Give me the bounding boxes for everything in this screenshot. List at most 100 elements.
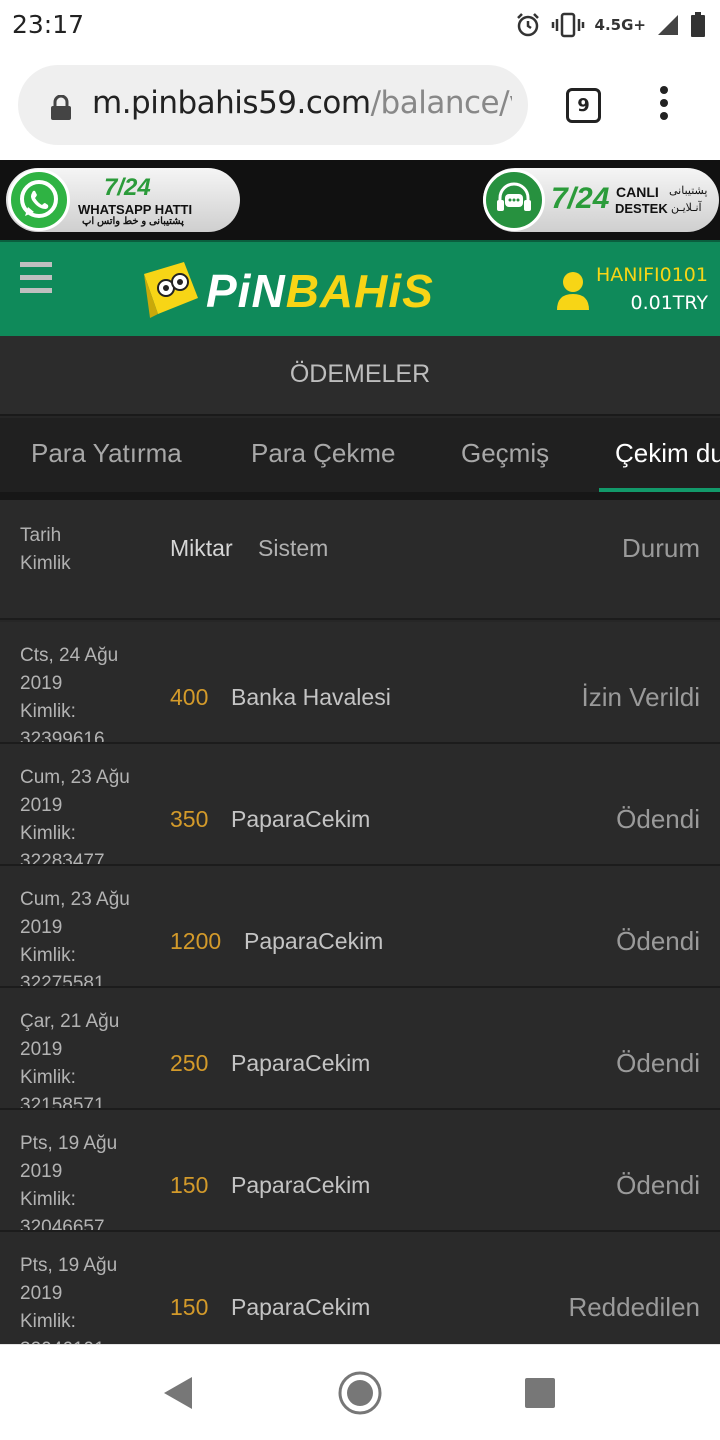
header-system: Sistem [258, 535, 329, 561]
row-system: PaparaCekim [231, 806, 371, 832]
tab-history[interactable]: Geçmiş [461, 438, 549, 469]
row-system: PaparaCekim [231, 1294, 371, 1320]
site-header: PiNBAHiS HANIFI0101 0.01TRY [0, 240, 720, 336]
whatsapp-subtitle: پشتیبانی و خط واتس اپ [82, 216, 184, 227]
home-icon[interactable] [337, 1370, 383, 1416]
support-247: 7/24 [551, 182, 610, 215]
table-row[interactable]: Cum, 23 Ağu 2019 Kimlik: 32275581 1200 P… [0, 866, 720, 988]
recents-icon[interactable] [524, 1377, 556, 1409]
support-line3: پشتیبانی [669, 185, 708, 197]
url-path: /balance/v [370, 85, 512, 121]
header-date-label: Tarih Kimlik [20, 522, 71, 578]
network-type: 4.5G+ [594, 16, 646, 34]
row-id-label: Kimlik: [20, 1311, 76, 1332]
more-menu-button[interactable] [652, 86, 676, 126]
logo-text-bahis: BAHiS [285, 265, 434, 317]
row-date: Cts, 24 Ağu 2019 [20, 645, 119, 694]
row-amount: 250 [170, 1050, 209, 1076]
status-icons: 4.5G+ [515, 8, 706, 42]
whatsapp-247: 7/24 [104, 174, 151, 201]
row-date-block: Pts, 19 Ağu 2019 Kimlik: 32046657 [20, 1130, 150, 1230]
row-id-label: Kimlik: [20, 1189, 76, 1210]
battery-icon [691, 12, 705, 37]
support-line1: CANLI [616, 184, 659, 200]
url-host: m.pinbahis59.com [92, 85, 371, 121]
row-status: İzin Verildi [581, 682, 701, 712]
username[interactable]: HANIFI0101 [596, 264, 708, 286]
table-header: Tarih Kimlik Miktar Sistem Durum [0, 500, 720, 620]
lock-icon [51, 95, 71, 120]
table-row[interactable]: Cum, 23 Ağu 2019 Kimlik: 32283477 350 Pa… [0, 744, 720, 866]
row-id: 32283477 [20, 851, 105, 864]
row-system: PaparaCekim [231, 1172, 371, 1198]
tab-switcher-button[interactable]: 9 [566, 88, 601, 123]
tab-deposit[interactable]: Para Yatırma [31, 438, 182, 469]
row-id: 32399616 [20, 729, 105, 742]
table-row[interactable]: Çar, 21 Ağu 2019 Kimlik: 32158571 250 Pa… [0, 988, 720, 1110]
table-row[interactable]: Pts, 19 Ağu 2019 Kimlik: 32046657 150 Pa… [0, 1110, 720, 1232]
row-status: Reddedilen [568, 1292, 700, 1322]
row-date-block: Çar, 21 Ağu 2019 Kimlik: 32158571 [20, 1008, 150, 1108]
row-status: Ödendi [616, 926, 700, 956]
whatsapp-icon [8, 169, 70, 231]
support-line2: DESTEK [615, 201, 668, 216]
row-date-block: Pts, 19 Ağu 2019 Kimlik: 32046101 [20, 1252, 150, 1344]
hamburger-menu-icon[interactable] [20, 262, 52, 301]
row-date-block: Cts, 24 Ağu 2019 Kimlik: 32399616 [20, 642, 150, 742]
status-time: 23:17 [12, 10, 85, 39]
row-id-label: Kimlik: [20, 1067, 76, 1088]
support-line4: آنـلایـن [671, 202, 702, 214]
row-id-label: Kimlik: [20, 701, 76, 722]
row-system: PaparaCekim [231, 1050, 371, 1076]
logo-text: PiNBAHiS [206, 264, 434, 318]
row-id-label: Kimlik: [20, 945, 76, 966]
row-date: Pts, 19 Ağu 2019 [20, 1255, 118, 1304]
row-amount: 1200 [170, 928, 222, 954]
live-support-banner[interactable]: 7/24 CANLI DESTEK پشتیبانی آنـلایـن [483, 168, 719, 232]
row-id: 32275581 [20, 973, 105, 986]
payment-tabs: Para Yatırma Para Çekme Geçmiş Çekim du [0, 418, 720, 492]
address-bar[interactable]: m.pinbahis59.com/balance/v [18, 65, 528, 145]
page-title: ÖDEMELER [289, 360, 431, 388]
tab-withdrawal-status[interactable]: Çekim du [615, 438, 720, 469]
tab-withdraw[interactable]: Para Çekme [251, 438, 396, 469]
logo-text-pin: PiN [206, 265, 286, 317]
row-amount: 150 [170, 1294, 209, 1320]
app-screen: 23:17 4.5G+ m.pinbahis59.com/balance/v 9… [0, 0, 720, 1440]
row-date-block: Cum, 23 Ağu 2019 Kimlik: 32283477 [20, 764, 150, 864]
header-date: Tarih [20, 525, 62, 546]
back-icon[interactable] [158, 1373, 198, 1413]
url-text: m.pinbahis59.com/balance/v [92, 85, 512, 121]
row-amount: 400 [170, 684, 209, 710]
alarm-icon [516, 13, 539, 37]
row-date: Cum, 23 Ağu 2019 [20, 889, 130, 938]
table-row[interactable]: Cts, 24 Ağu 2019 Kimlik: 32399616 400 Ba… [0, 622, 720, 744]
headset-icon [483, 169, 545, 231]
header-status: Durum [621, 533, 700, 563]
row-date: Çar, 21 Ağu 2019 [20, 1011, 120, 1060]
vibrate-icon [551, 12, 584, 38]
user-icon[interactable] [555, 270, 591, 312]
row-status: Ödendi [616, 1048, 700, 1078]
withdrawal-list: Cts, 24 Ağu 2019 Kimlik: 32399616 400 Ba… [0, 622, 720, 1344]
signal-icon [658, 15, 678, 35]
account-balance: 0.01TRY [630, 292, 708, 314]
status-bar: 23:17 4.5G+ [0, 0, 720, 50]
row-system: Banka Havalesi [231, 684, 391, 710]
row-amount: 350 [170, 806, 209, 832]
whatsapp-banner[interactable]: 7/24 WHATSAPP HATTI پشتیبانی و خط واتس ا… [6, 168, 240, 232]
row-date-block: Cum, 23 Ağu 2019 Kimlik: 32275581 [20, 886, 150, 986]
promo-banner: 7/24 WHATSAPP HATTI پشتیبانی و خط واتس ا… [0, 160, 720, 240]
table-row[interactable]: Pts, 19 Ağu 2019 Kimlik: 32046101 150 Pa… [0, 1232, 720, 1344]
system-nav-bar [0, 1344, 720, 1440]
header-id: Kimlik [20, 553, 71, 574]
row-id: 32158571 [20, 1095, 105, 1108]
row-status: Ödendi [616, 1170, 700, 1200]
site-logo[interactable]: PiNBAHiS [140, 256, 470, 324]
row-status: Ödendi [616, 804, 700, 834]
row-date: Pts, 19 Ağu 2019 [20, 1133, 118, 1182]
row-id: 32046657 [20, 1217, 105, 1230]
header-amount: Miktar [170, 535, 233, 561]
row-system: PaparaCekim [244, 928, 384, 954]
whatsapp-title: WHATSAPP HATTI [78, 202, 193, 217]
